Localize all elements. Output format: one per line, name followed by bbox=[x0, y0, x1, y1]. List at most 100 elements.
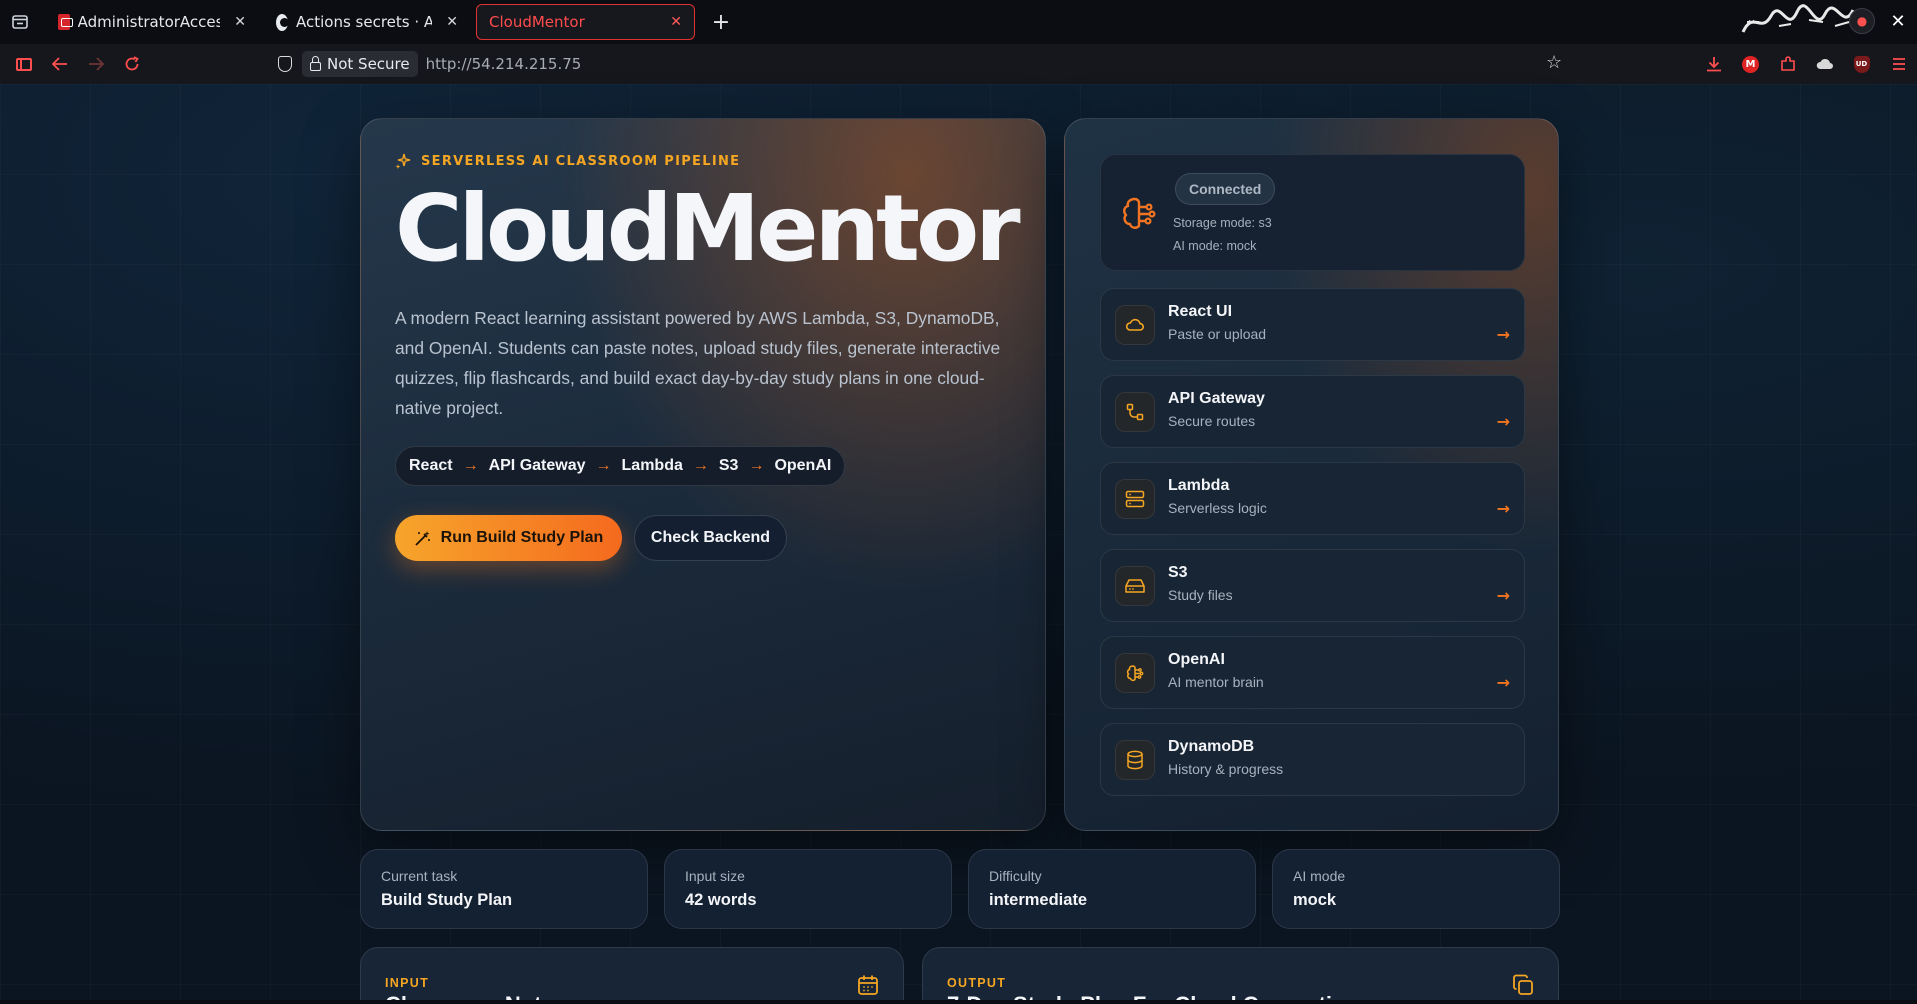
tab-aws-iam[interactable]: AdministratorAccess | IAM ✕ bbox=[46, 4, 258, 40]
service-subtitle: Secure routes bbox=[1168, 413, 1256, 429]
page-title: CloudMentor bbox=[395, 175, 1021, 282]
service-icon-box bbox=[1115, 392, 1155, 432]
stat-label: AI mode bbox=[1293, 868, 1346, 884]
database-icon bbox=[1127, 750, 1143, 770]
stat-label: Difficulty bbox=[989, 868, 1042, 884]
pipeline-step: API Gateway bbox=[488, 457, 586, 474]
output-panel: OUTPUT 7-Day Study Plan For Cloud Comput… bbox=[922, 947, 1559, 1004]
arrow-left-icon bbox=[52, 57, 67, 71]
close-tab-icon[interactable]: ✕ bbox=[234, 14, 246, 30]
aws-favicon-icon bbox=[58, 14, 73, 30]
menu-button[interactable] bbox=[1880, 44, 1917, 84]
hamburger-menu-icon bbox=[1892, 58, 1905, 70]
hero-eyebrow: SERVERLESS AI CLASSROOM PIPELINE bbox=[395, 153, 740, 169]
run-build-study-plan-button[interactable]: Run Build Study Plan bbox=[395, 515, 622, 561]
sidebar-icon bbox=[16, 57, 32, 71]
service-api-gateway[interactable]: API Gateway Secure routes → bbox=[1100, 375, 1525, 448]
forward-button[interactable] bbox=[78, 44, 114, 84]
security-badge[interactable]: Not Secure bbox=[302, 51, 418, 77]
stat-value: Build Study Plan bbox=[381, 891, 513, 909]
service-openai[interactable]: OpenAI AI mentor brain → bbox=[1100, 636, 1525, 709]
new-tab-button[interactable]: + bbox=[707, 10, 735, 35]
tab-title: Actions secrets · Ashik-Ah bbox=[295, 13, 433, 31]
tab-list-icon bbox=[12, 15, 28, 29]
route-icon bbox=[1126, 403, 1144, 421]
arrow-right-icon: → bbox=[1496, 412, 1510, 431]
arrow-right-icon: → bbox=[1496, 586, 1510, 605]
service-subtitle: History & progress bbox=[1168, 761, 1284, 777]
lock-icon bbox=[310, 55, 321, 71]
minimize-window-button[interactable]: ● bbox=[1849, 8, 1875, 34]
stat-label: Input size bbox=[685, 868, 745, 884]
primary-button-label: Run Build Study Plan bbox=[440, 529, 604, 546]
service-icon-box bbox=[1115, 305, 1155, 345]
downloads-button[interactable] bbox=[1695, 44, 1732, 84]
pipeline-arrow: → bbox=[748, 457, 765, 474]
service-name: React UI bbox=[1168, 303, 1233, 320]
service-icon-box bbox=[1115, 566, 1155, 606]
service-subtitle: AI mentor brain bbox=[1168, 674, 1264, 690]
copy-icon[interactable] bbox=[1512, 974, 1534, 996]
service-subtitle: Paste or upload bbox=[1168, 326, 1267, 342]
tab-cloudmentor[interactable]: CloudMentor ✕ bbox=[476, 4, 695, 40]
service-icon-box bbox=[1115, 740, 1155, 780]
stat-current-task: Current task Build Study Plan bbox=[360, 849, 648, 929]
stat-value: 42 words bbox=[685, 891, 757, 909]
hero-card: SERVERLESS AI CLASSROOM PIPELINE CloudMe… bbox=[360, 118, 1046, 831]
cloud-extension-icon bbox=[1816, 58, 1833, 69]
extension-cloud-button[interactable] bbox=[1806, 44, 1843, 84]
backend-status-card: Connected Storage mode: s3 AI mode: mock bbox=[1100, 154, 1525, 271]
brain-icon bbox=[1123, 197, 1156, 229]
address-bar[interactable]: Not Secure http://54.214.215.75 bbox=[270, 48, 1570, 80]
status-badge: Connected bbox=[1175, 173, 1276, 205]
tab-github-secrets[interactable]: Actions secrets · Ashik-Ah ✕ bbox=[264, 4, 470, 40]
security-label: Not Secure bbox=[327, 55, 410, 73]
panel-label: INPUT bbox=[385, 976, 429, 990]
service-s3[interactable]: S3 Study files → bbox=[1100, 549, 1525, 622]
brain-icon bbox=[1126, 665, 1144, 682]
reload-button[interactable] bbox=[114, 44, 150, 84]
pipeline-step: OpenAI bbox=[774, 457, 832, 474]
service-name: DynamoDB bbox=[1168, 738, 1255, 755]
service-lambda[interactable]: Lambda Serverless logic → bbox=[1100, 462, 1525, 535]
calendar-icon[interactable] bbox=[857, 974, 879, 996]
extension-toolbar: M UD bbox=[1695, 44, 1917, 84]
service-name: OpenAI bbox=[1168, 651, 1225, 668]
service-name: Lambda bbox=[1168, 477, 1230, 494]
browser-tab-bar: AdministratorAccess | IAM ✕ Actions secr… bbox=[0, 0, 1917, 44]
tab-title: AdministratorAccess | IAM bbox=[77, 13, 221, 31]
arrow-right-icon: → bbox=[1496, 325, 1510, 344]
pipeline-step: React bbox=[409, 457, 453, 474]
shield-icon[interactable] bbox=[278, 56, 292, 72]
ai-mode-text: AI mode: mock bbox=[1173, 239, 1257, 253]
stat-input-size: Input size 42 words bbox=[664, 849, 952, 929]
close-tab-icon[interactable]: ✕ bbox=[446, 14, 458, 30]
stat-difficulty: Difficulty intermediate bbox=[968, 849, 1256, 929]
extensions-button[interactable] bbox=[1769, 44, 1806, 84]
extension-m-button[interactable]: M bbox=[1732, 44, 1769, 84]
page-bottom-edge bbox=[0, 1000, 1917, 1004]
sidebar-toggle-button[interactable] bbox=[6, 44, 42, 84]
stat-label: Current task bbox=[381, 868, 458, 884]
tab-list-button[interactable] bbox=[0, 0, 40, 44]
puzzle-icon bbox=[1780, 56, 1795, 71]
back-button[interactable] bbox=[42, 44, 78, 84]
extension-m-icon: M bbox=[1742, 55, 1759, 73]
close-tab-icon[interactable]: ✕ bbox=[670, 14, 682, 30]
panel-label: OUTPUT bbox=[947, 976, 1007, 990]
service-dynamodb[interactable]: DynamoDB History & progress bbox=[1100, 723, 1525, 796]
service-react-ui[interactable]: React UI Paste or upload → bbox=[1100, 288, 1525, 361]
service-subtitle: Serverless logic bbox=[1168, 500, 1267, 516]
close-window-button[interactable]: ✕ bbox=[1887, 10, 1909, 32]
check-backend-button[interactable]: Check Backend bbox=[634, 515, 787, 561]
arrow-right-icon bbox=[89, 57, 104, 71]
url-text[interactable]: http://54.214.215.75 bbox=[426, 55, 582, 73]
cloud-icon bbox=[1125, 318, 1144, 331]
stat-value: mock bbox=[1293, 891, 1337, 909]
star-icon[interactable]: ☆ bbox=[1546, 52, 1562, 73]
github-favicon-icon bbox=[276, 13, 289, 31]
pipeline-step: S3 bbox=[718, 457, 739, 474]
hero-eyebrow-text: SERVERLESS AI CLASSROOM PIPELINE bbox=[421, 153, 741, 169]
extension-ublock-button[interactable]: UD bbox=[1843, 44, 1880, 84]
server-icon bbox=[1125, 490, 1145, 508]
